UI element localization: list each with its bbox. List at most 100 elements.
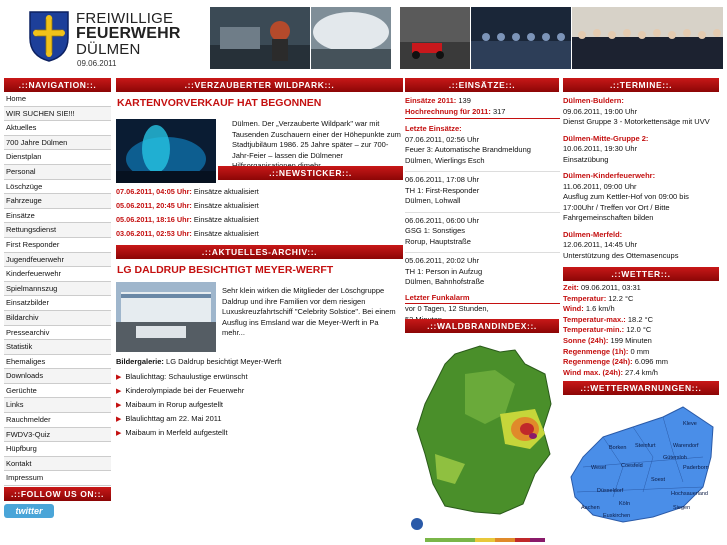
bullet-arrow-icon: ▶ [116, 416, 122, 423]
termine-column: .::TERMINE::. Dülmen-Buldern: 09.06.2011,… [563, 78, 719, 526]
wetter-key: Wind: [563, 304, 584, 314]
nav-item[interactable]: Impressum [4, 471, 111, 487]
warn-region-label: Borken [609, 445, 626, 451]
newsticker-item[interactable]: 07.06.2011, 04:05 Uhr: Einsätze aktualis… [116, 187, 403, 197]
nav-item[interactable]: Einsätze [4, 208, 111, 224]
wetter-row: Temperatur-min.: 12.0 °C [563, 325, 719, 336]
archiv-link[interactable]: ▶ Blaulichttag: Schaulustige erwünscht [116, 370, 403, 384]
nav-item[interactable]: Links [4, 398, 111, 414]
newsticker-title: .::NEWSTICKER::. [218, 166, 403, 180]
wetter-row: Zeit: 09.06.2011, 03:31 [563, 283, 719, 294]
warn-region-label: Siegen [673, 505, 690, 511]
nav-item[interactable]: First Responder [4, 237, 111, 253]
termin-entry[interactable]: Dülmen-Kinderfeuerwehr: 11.06.2011, 09:00… [563, 171, 719, 224]
nav-item[interactable]: Hüpfburg [4, 442, 111, 457]
einsatz-list: 07.06.2011, 02:56 Uhr Feuer 3: Automatisc… [405, 135, 560, 288]
brand-line-3: DÜLMEN [76, 41, 141, 58]
einsatz-what: TH 1: First-Responder [405, 185, 480, 195]
archiv-text: Sehr klein wirken die Mitglieder der Lös… [222, 286, 396, 337]
archiv-link[interactable]: ▶ Maibaum in Merfeld aufgestellt [116, 426, 403, 440]
warn-region-label: Köln [619, 501, 630, 507]
navigation-list: Home WIR SUCHEN SIE!!! Aktuelles 700 Jahre … [4, 92, 111, 487]
nav-item[interactable]: 700 Jahre Dülmen [4, 135, 111, 151]
newsticker-item[interactable]: 05.06.2011, 18:16 Uhr: Einsätze aktualis… [116, 215, 403, 225]
newsticker-item[interactable]: 03.06.2011, 02:53 Uhr: Einsätze aktualis… [116, 229, 403, 239]
einsatz-where: Dülmen, Bahnhofstraße [405, 277, 485, 286]
warn-region-label: Wesel [591, 465, 606, 471]
wetter-value: 18.2 °C [627, 314, 653, 324]
coat-of-arms-logo[interactable] [28, 10, 70, 62]
newsticker-text: Einsätze aktualisiert [193, 187, 259, 196]
wildpark-image[interactable] [116, 119, 216, 183]
einsaetze-title: .::EINSÄTZE::. [405, 78, 559, 92]
wetter-value: 199 Minuten [610, 335, 652, 345]
wildpark-headline[interactable]: KARTENVORVERKAUF HAT BEGONNEN [117, 97, 403, 109]
nav-item[interactable]: Einsatzbilder [4, 296, 111, 311]
archiv-link-label: Maibaum in Merfeld aufgestellt [125, 428, 228, 437]
termin-group: Dülmen-Kinderfeuerwehr: [563, 171, 656, 180]
nav-item[interactable]: Kinderfeuerwehr [4, 267, 111, 282]
main-column: .::VERZAUBERTER WILDPARK::. KARTENVORVER… [116, 78, 403, 440]
wetter-key: Regenmenge (24h): [563, 357, 633, 367]
nav-item[interactable]: WIR SUCHEN SIE!!! [4, 106, 111, 122]
termin-line: Unterstützung des Ottemasencups [563, 250, 679, 260]
termin-line: Dienst Gruppe 3 - Motorkettensäge mit UV… [563, 117, 710, 126]
archiv-link[interactable]: ▶ Kinderolympiade bei der Feuerwehr [116, 384, 403, 398]
einsatz-entry[interactable]: 06.06.2011, 06:00 Uhr GSG 1: Sonstiges Ror… [405, 216, 560, 248]
nav-item[interactable]: Personal [4, 164, 111, 180]
nav-item[interactable]: Ehemaliges [4, 354, 111, 370]
einsatz-entry[interactable]: 05.06.2011, 20:02 Uhr TH 1: Person in Auf… [405, 256, 560, 288]
twitter-button[interactable]: twitter [4, 504, 54, 519]
nav-item[interactable]: Kontakt [4, 456, 111, 472]
divider [405, 171, 560, 172]
bullet-arrow-icon: ▶ [116, 430, 122, 437]
gallery-link[interactable]: LG Daldrup besichtigt Meyer-Werft [166, 357, 281, 366]
einsatz-entry[interactable]: 06.06.2011, 17:08 Uhr TH 1: First-Respond… [405, 175, 560, 207]
waldbrand-map[interactable] [405, 334, 559, 544]
nav-item[interactable]: Pressearchiv [4, 325, 111, 341]
gallery-label: Bildergalerie: [116, 357, 164, 366]
nav-item[interactable]: Fahrzeuge [4, 194, 111, 209]
nav-item[interactable]: Spielmannszug [4, 281, 111, 297]
nav-item[interactable]: Home [4, 92, 111, 107]
termin-line: Einsatzübung [563, 154, 609, 164]
wetter-key: Temperatur: [563, 293, 607, 303]
nav-item[interactable]: Jugendfeuerwehr [4, 252, 111, 268]
newsticker-date: 03.06.2011, 02:53 Uhr: [116, 229, 192, 238]
warn-region-label: Warendorf [673, 443, 699, 449]
nav-item[interactable]: Aktuelles [4, 121, 111, 136]
nav-item[interactable]: FWDV3-Quiz [4, 427, 111, 443]
wetter-title: .::WETTER::. [563, 267, 719, 281]
archiv-link[interactable]: ▶ Blaulichttag am 22. Mai 2011 [116, 412, 403, 426]
wetter-row: Sonne (24h): 199 Minuten [563, 336, 719, 347]
nav-item[interactable]: Downloads [4, 369, 111, 384]
nav-item[interactable]: Rauchmelder [4, 413, 111, 428]
wetterwarnungen-map[interactable]: Kleve Borken Steinfurt Warendorf Wesel Coesfe… [563, 397, 719, 526]
wetter-key: Zeit: [563, 283, 579, 292]
archiv-headline[interactable]: LG DALDRUP BESICHTIGT MEYER-WERFT [117, 264, 403, 276]
termin-entry[interactable]: Dülmen-Mitte-Gruppe 2: 10.06.2011, 19:30 … [563, 134, 719, 166]
wetter-row: Regenmenge (24h): 6.096 mm [563, 357, 719, 368]
nav-item[interactable]: Statistik [4, 340, 111, 355]
nav-item[interactable]: Dienstplan [4, 150, 111, 165]
site-header: FREIWILLIGE FEUERWEHR DÜLMEN 09.06.2011 [0, 0, 727, 76]
wetter-key: Temperatur-max.: [563, 314, 626, 324]
einsatz-what: Feuer 3: Automatische Brandmeldung [405, 145, 531, 154]
termin-entry[interactable]: Dülmen-Buldern: 09.06.2011, 19:00 Uhr Dien… [563, 96, 719, 128]
wetter-key: Temperatur-min.: [563, 325, 625, 335]
newsticker-item[interactable]: 05.06.2011, 20:45 Uhr: Einsätze aktualis… [116, 201, 403, 211]
header-photo-group [572, 7, 723, 69]
archiv-link[interactable]: ▶ Maibaum in Rorup aufgestellt [116, 398, 403, 412]
archiv-image[interactable] [116, 282, 216, 352]
nav-item[interactable]: Löschzüge [4, 179, 111, 195]
nav-item[interactable]: Gerüchte [4, 383, 111, 399]
einsatz-entry[interactable]: 07.06.2011, 02:56 Uhr Feuer 3: Automatisc… [405, 135, 560, 167]
termin-group: Dülmen-Mitte-Gruppe 2: [563, 133, 649, 143]
termin-entry[interactable]: Dülmen-Merfeld: 12.06.2011, 14:45 Uhr Unte… [563, 230, 719, 262]
wetter-row: Wind max. (24h): 27.4 km/h [563, 368, 719, 379]
newsticker-date: 05.06.2011, 20:45 Uhr: [116, 201, 192, 210]
warn-region-label: Steinfurt [635, 443, 656, 449]
nav-item[interactable]: Rettungsdienst [4, 223, 111, 238]
wetter-key: Regenmenge (1h): [563, 346, 629, 356]
nav-item[interactable]: Bildarchiv [4, 310, 111, 326]
